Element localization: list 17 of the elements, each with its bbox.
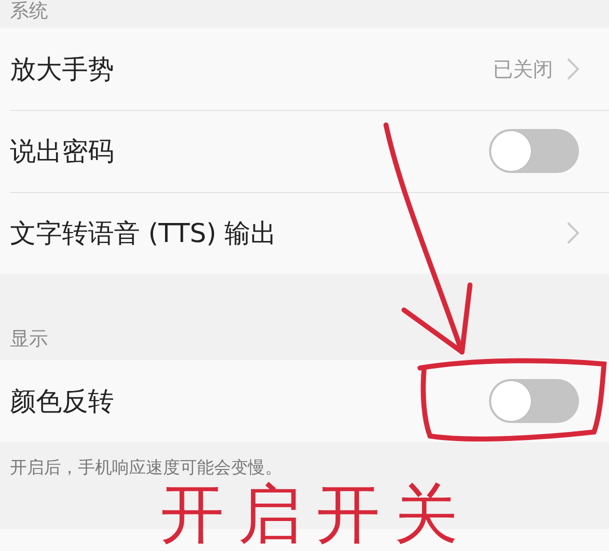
- toggle-switch[interactable]: [489, 129, 579, 173]
- status-value: 已关闭: [493, 56, 553, 82]
- settings-row[interactable]: 颜色反转: [0, 360, 609, 442]
- row-label: 文字转语音 (TTS) 输出: [10, 218, 278, 250]
- section-header: 系统: [10, 0, 48, 24]
- section-header: 显示: [10, 327, 48, 352]
- row-label: 说出密码: [10, 136, 115, 168]
- chevron-icon: [567, 58, 579, 80]
- chevron-icon: [567, 222, 579, 244]
- hint-text: 开启后，手机响应速度可能会变慢。: [10, 458, 282, 478]
- toggle-switch[interactable]: [489, 379, 579, 423]
- settings-row[interactable]: 说出密码: [0, 110, 609, 192]
- annotation-text: 开启开关: [160, 482, 472, 548]
- settings-row[interactable]: 文字转语音 (TTS) 输出: [0, 192, 609, 274]
- row-label: 放大手势: [10, 54, 115, 86]
- row-label: 颜色反转: [10, 386, 115, 418]
- settings-row[interactable]: 放大手势 已关闭: [0, 28, 609, 110]
